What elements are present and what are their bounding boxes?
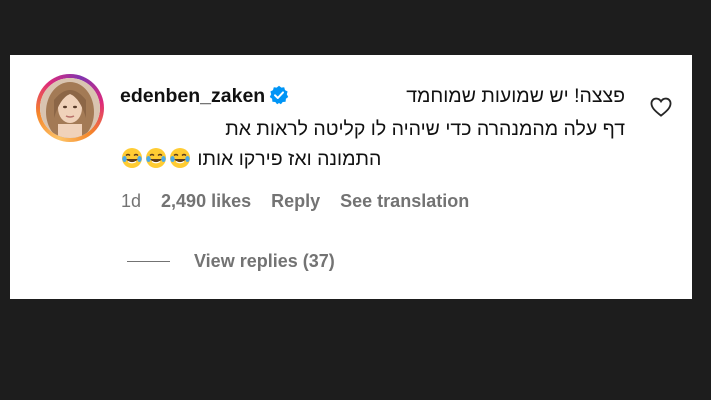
comment-body: edenben_zaken פצצה! יש שמועות שמוחמד דף … — [120, 81, 625, 174]
likes-count[interactable]: 2,490 likes — [161, 191, 251, 212]
comment-text-line-2: דף עלה מהמנהרה כדי שיהיה לו קליטה לראות … — [225, 118, 625, 140]
face-with-tears-of-joy-icon — [169, 147, 191, 169]
verified-badge-icon — [269, 84, 289, 114]
view-replies-label: View replies (37) — [194, 251, 335, 271]
comment-text-line-1: פצצה! יש שמועות שמוחמד — [406, 85, 625, 107]
story-ring[interactable] — [36, 74, 104, 142]
comment-text-line-3-row: התמונה ואז פירקו אותו — [120, 144, 625, 174]
see-translation-button[interactable]: See translation — [340, 191, 469, 212]
avatar[interactable] — [40, 78, 100, 138]
reply-button[interactable]: Reply — [271, 191, 320, 212]
emoji-group — [120, 148, 192, 170]
face-with-tears-of-joy-icon — [121, 147, 143, 169]
comment-text-line-3: התמונה ואז פירקו אותו — [197, 148, 382, 170]
comment-meta: 1d 2,490 likes Reply See translation — [121, 191, 469, 212]
view-replies-button[interactable]: View replies (37) — [127, 251, 335, 272]
face-with-tears-of-joy-icon — [145, 147, 167, 169]
comment-card: edenben_zaken פצצה! יש שמועות שמוחמד דף … — [10, 55, 692, 299]
username[interactable]: edenben_zaken — [120, 85, 265, 107]
replies-divider-line — [127, 261, 170, 262]
like-heart-icon[interactable] — [650, 97, 672, 122]
comment-age[interactable]: 1d — [121, 191, 141, 212]
avatar-image — [40, 78, 100, 138]
